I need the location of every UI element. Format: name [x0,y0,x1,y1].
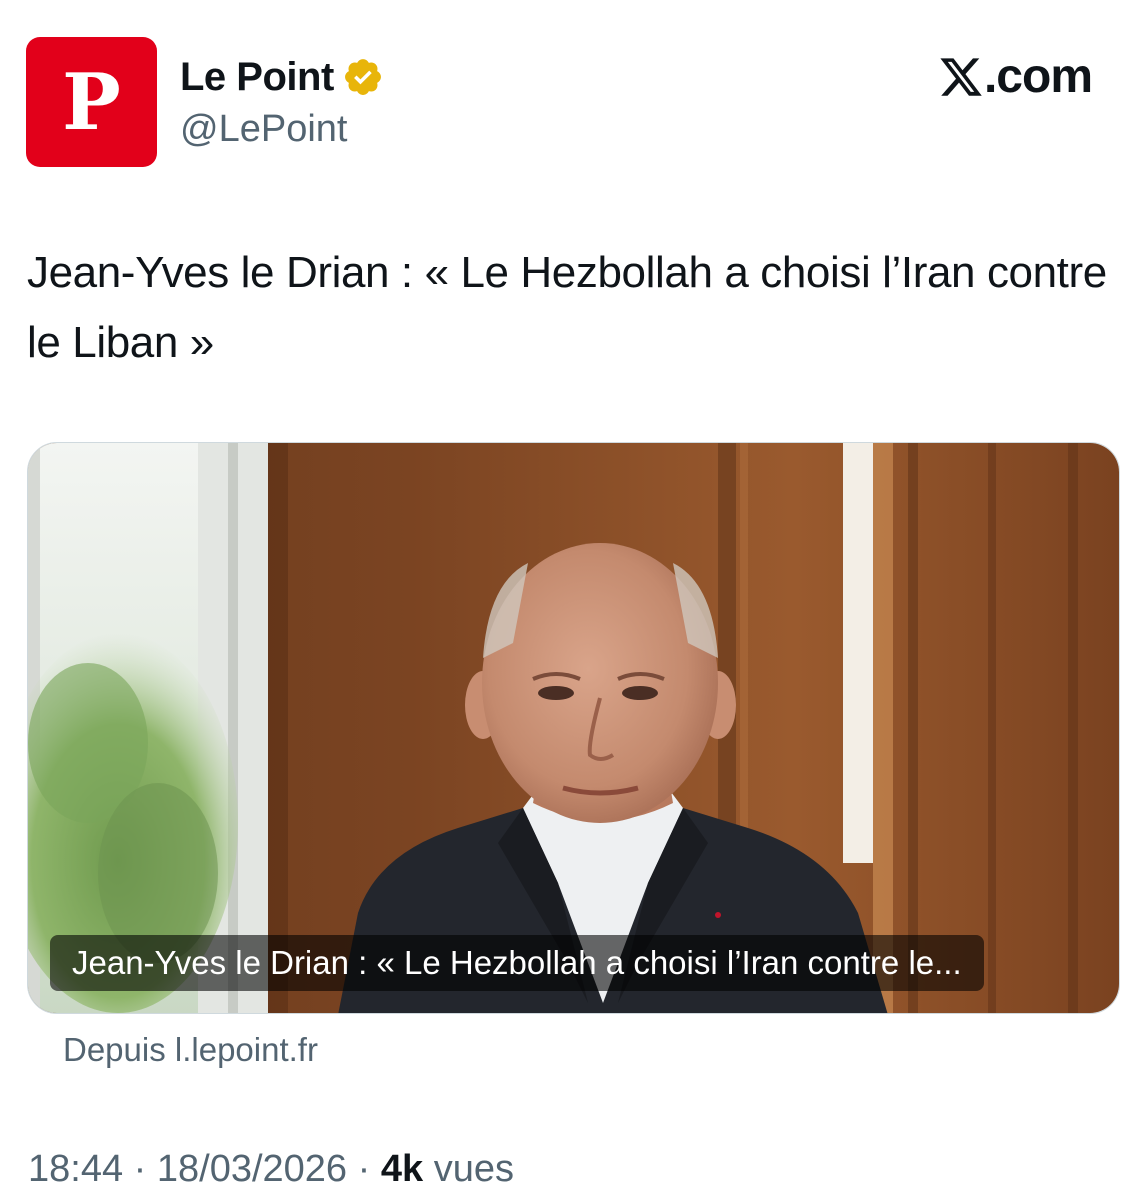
brand-text: .com [983,50,1093,103]
meta-separator: · [357,1148,371,1190]
article-photo [28,443,1119,1013]
views-label: vues [433,1148,514,1190]
link-card[interactable]: Jean-Yves le Drian : « Le Hezbollah a ch… [27,442,1120,1014]
avatar-letter: P [62,57,121,148]
brand-watermark: .com [938,48,1093,106]
tweet-text: Jean-Yves le Drian : « Le Hezbollah a ch… [27,248,1107,367]
tweet-meta: 18:44 · 18/03/2026 · 4k vues [28,1142,514,1196]
x-logo-icon [940,58,982,96]
tweet-time[interactable]: 18:44 [28,1148,123,1190]
author-handle[interactable]: @LePoint [180,104,347,154]
meta-separator: · [133,1148,147,1190]
tweet-date[interactable]: 18/03/2026 [157,1148,347,1190]
views-count[interactable]: 4k [381,1148,423,1190]
author-name-row[interactable]: Le Point [180,50,384,104]
card-source-link[interactable]: Depuis l.lepoint.fr [63,1026,318,1074]
card-caption: Jean-Yves le Drian : « Le Hezbollah a ch… [50,935,984,991]
author-name[interactable]: Le Point [180,55,334,100]
verified-badge-icon [344,59,381,95]
avatar[interactable]: P [26,37,157,167]
